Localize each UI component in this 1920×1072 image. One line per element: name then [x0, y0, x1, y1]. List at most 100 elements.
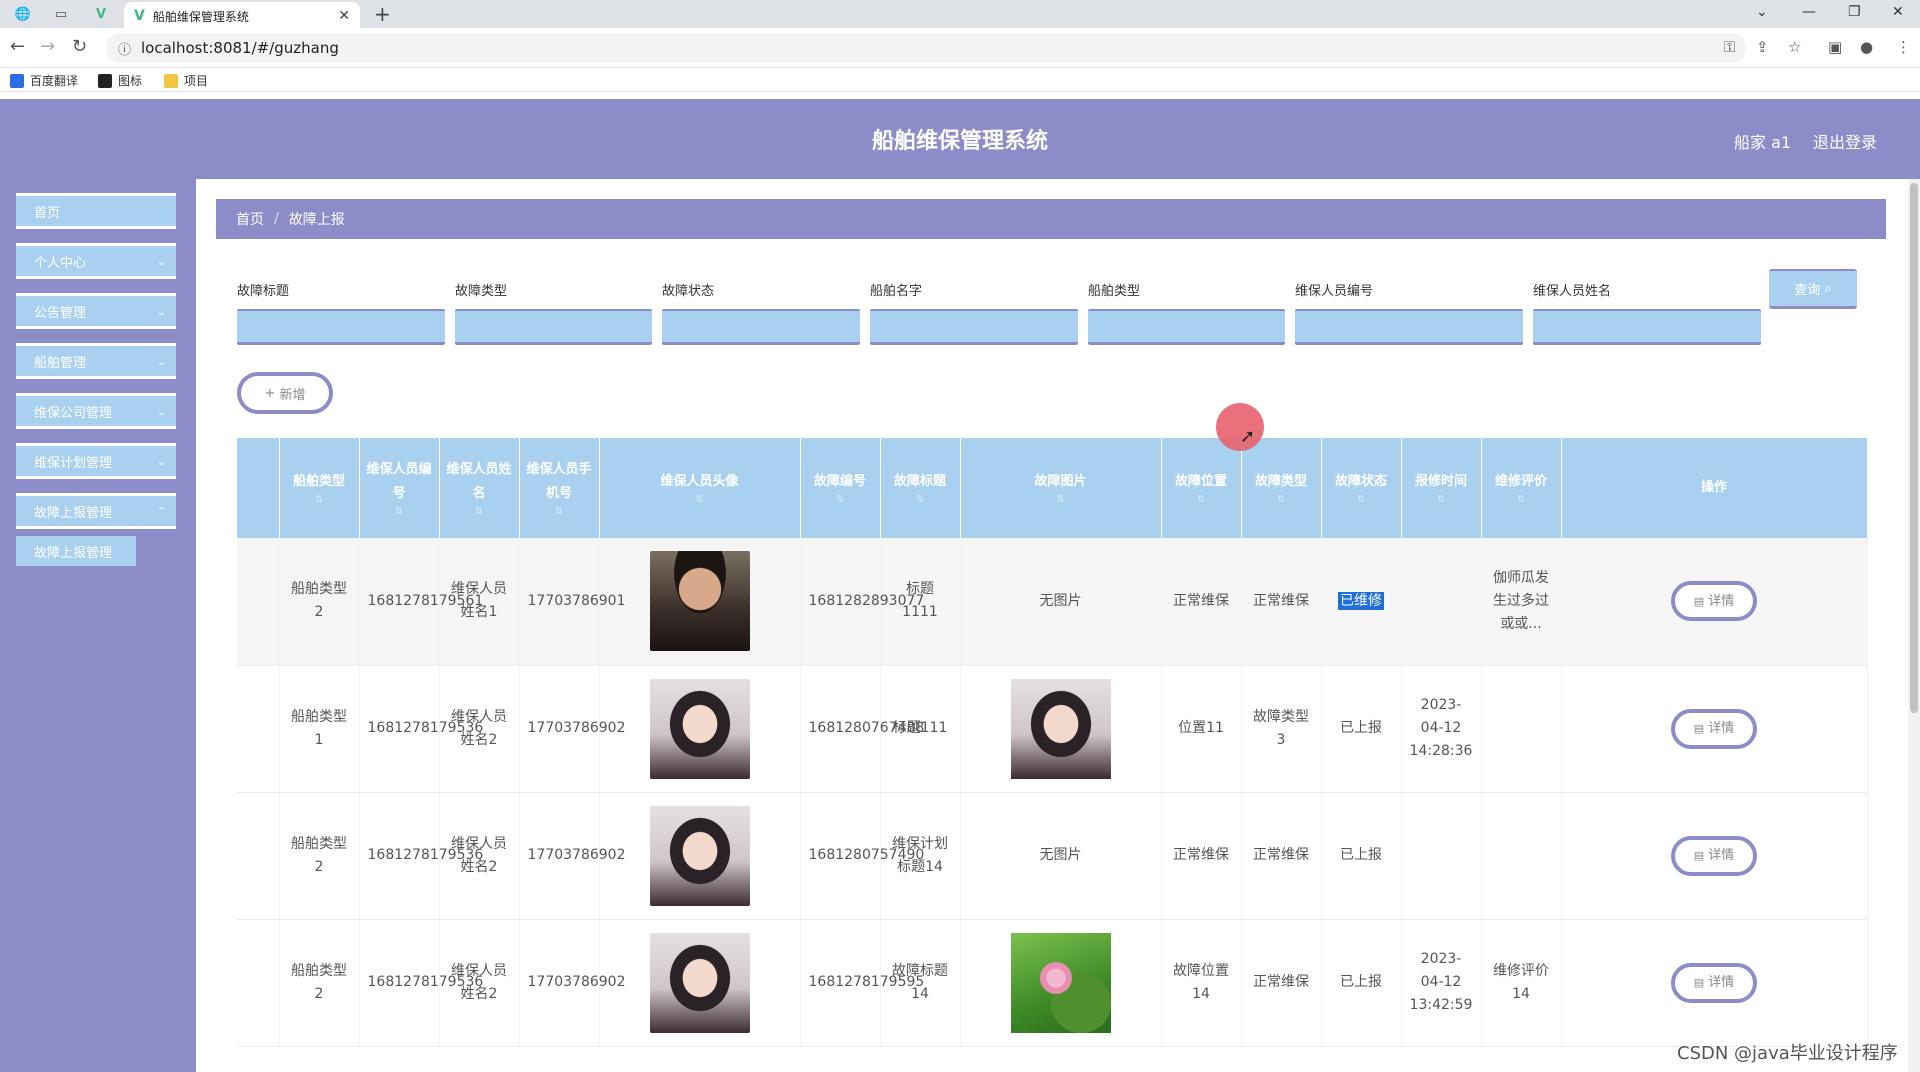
sort-icon[interactable]: ⇅ [1328, 494, 1395, 506]
sort-icon[interactable]: ⇅ [887, 494, 954, 506]
column-header[interactable]: 故障编号 ⇅ [800, 438, 881, 538]
minimize-button[interactable]: — [1802, 4, 1816, 20]
cell-actions: ▤ 详情 [1561, 919, 1868, 1047]
sidebar-item-plans[interactable]: 维保计划管理 ⌄ [16, 443, 176, 479]
sort-icon[interactable]: ⇅ [606, 494, 794, 506]
tab-search-icon[interactable]: ⌄ [1756, 4, 1768, 20]
sort-icon[interactable]: ⇅ [446, 506, 513, 518]
sort-icon[interactable]: ⇅ [1248, 494, 1315, 506]
column-header[interactable]: 船舶类型 ⇅ [279, 438, 360, 538]
bookmark-item[interactable]: 百度翻译 [10, 72, 78, 89]
bookmark-item[interactable]: 项目 [164, 72, 208, 89]
breadcrumb-separator: / [274, 211, 279, 227]
current-user: 船家 a1 [1734, 133, 1792, 152]
staff-name-input[interactable] [1533, 309, 1761, 345]
sort-icon[interactable]: ⇅ [1488, 494, 1555, 506]
sidebar-item-profile[interactable]: 个人中心 ⌄ [16, 243, 176, 279]
sort-icon[interactable]: ⇅ [807, 494, 874, 506]
active-tab[interactable]: V 船舶维保管理系统 ✕ [124, 2, 360, 30]
column-header[interactable]: 故障位置 ⇅ [1161, 438, 1242, 538]
sidebar-item-ships[interactable]: 船舶管理 ⌄ [16, 343, 176, 379]
side-panel-icon[interactable]: ▣ [1828, 38, 1842, 56]
close-tab-icon[interactable]: ✕ [338, 8, 350, 24]
profile-icon[interactable]: ● [1860, 38, 1873, 56]
column-header[interactable]: 维修评价 ⇅ [1481, 438, 1562, 538]
vue-tab-icon[interactable]: V [88, 4, 114, 24]
row-select-cell[interactable] [237, 919, 280, 1047]
logout-link[interactable]: 退出登录 [1813, 129, 1877, 153]
cell-fault-type: 正常维保 [1241, 919, 1322, 1047]
reload-icon[interactable]: ↻ [72, 36, 87, 57]
cell-status: 已维修 [1321, 538, 1402, 666]
sidebar-item-companies[interactable]: 维保公司管理 ⌄ [16, 393, 176, 429]
url-text: localhost:8081/#/guzhang [141, 39, 339, 57]
submenu-item-fault-report-management[interactable]: 故障上报管理 [16, 536, 136, 566]
search-button[interactable]: 查询 ⌕ [1769, 269, 1857, 309]
back-icon[interactable]: ← [10, 36, 25, 57]
sidebar-item-notices[interactable]: 公告管理 ⌄ [16, 293, 176, 329]
detail-button[interactable]: ▤ 详情 [1671, 962, 1757, 1003]
fault-type-select[interactable] [455, 309, 652, 345]
table-row[interactable]: 船舶类型2 1681278179561 维保人员姓名1 17703786901 … [237, 538, 1868, 666]
row-select-cell[interactable] [237, 792, 280, 920]
sort-icon[interactable]: ⇅ [1408, 494, 1475, 506]
sort-icon[interactable]: ⇅ [967, 494, 1155, 506]
staff-no-input[interactable] [1295, 309, 1523, 345]
detail-button[interactable]: ▤ 详情 [1671, 581, 1757, 622]
cell-fault-no: 1681278179595 [800, 919, 924, 1047]
column-header[interactable]: 故障类型 ⇅ [1241, 438, 1322, 538]
bookmark-item[interactable]: 图标 [98, 72, 142, 89]
cell-actions: ▤ 详情 [1561, 538, 1868, 666]
column-header[interactable]: 维保人员头像 ⇅ [599, 438, 801, 538]
cell-location: 位置11 [1161, 665, 1242, 793]
sort-icon[interactable]: ⇅ [1168, 494, 1235, 506]
fault-title-input[interactable] [237, 309, 445, 345]
column-header[interactable]: 故障图片 ⇅ [960, 438, 1162, 538]
forward-icon[interactable]: → [40, 36, 55, 57]
column-header[interactable]: 维保人员手机号 ⇅ [519, 438, 600, 538]
menu-icon[interactable]: ⋮ [1896, 38, 1911, 56]
column-header[interactable]: 故障标题 ⇅ [880, 438, 961, 538]
detail-button[interactable]: ▤ 详情 [1671, 835, 1757, 876]
sidebar-item-fault-reports[interactable]: 故障上报管理 ⌃ [16, 493, 176, 529]
sort-icon[interactable]: ⇅ [286, 494, 353, 506]
sort-icon[interactable]: ⇅ [526, 506, 593, 518]
address-bar[interactable]: ⓘ localhost:8081/#/guzhang [106, 33, 1746, 63]
restore-button[interactable]: ❐ [1848, 4, 1861, 20]
column-header[interactable]: 维保人员姓名 ⇅ [439, 438, 520, 538]
cell-fault-image: 无图片 [960, 792, 1162, 920]
table-row[interactable]: 船舶类型2 1681278179536 维保人员姓名2 17703786902 … [237, 919, 1868, 1047]
column-header[interactable]: 维保人员编号 ⇅ [359, 438, 440, 538]
detail-button[interactable]: ▤ 详情 [1671, 708, 1757, 749]
row-select-cell[interactable] [237, 538, 280, 666]
table-row[interactable]: 船舶类型1 1681278179536 维保人员姓名2 17703786902 … [237, 665, 1868, 793]
cell-report-time: 2023-04-12 14:28:36 [1401, 665, 1482, 793]
ship-type-select[interactable] [1088, 309, 1285, 345]
ship-name-input[interactable] [870, 309, 1078, 345]
column-header[interactable]: 故障状态 ⇅ [1321, 438, 1402, 538]
select-column-header[interactable] [237, 438, 280, 538]
avatar [649, 678, 750, 779]
vue-logo-icon: V [134, 8, 145, 24]
key-icon[interactable]: ⚿ [1724, 38, 1735, 56]
close-window-button[interactable]: ✕ [1892, 4, 1904, 20]
cursor-icon: ➚ [1240, 426, 1256, 447]
breadcrumb-home[interactable]: 首页 [236, 209, 264, 229]
info-icon[interactable]: ⓘ [118, 39, 131, 58]
add-button[interactable]: + 新增 [237, 372, 333, 414]
column-header[interactable]: 报修时间 ⇅ [1401, 438, 1482, 538]
fault-status-select[interactable] [662, 309, 860, 345]
cell-actions: ▤ 详情 [1561, 665, 1868, 793]
new-tab-button[interactable]: + [374, 2, 391, 26]
blank-tab-icon[interactable]: ▭ [48, 4, 74, 24]
sidebar-item-home[interactable]: 首页 [16, 193, 176, 229]
sort-icon[interactable]: ⇅ [366, 506, 433, 518]
cell-avatar [599, 665, 801, 793]
cell-evaluation: 伽师瓜发生过多过或或... [1481, 538, 1562, 666]
bookmark-star-icon[interactable]: ☆ [1788, 38, 1801, 56]
share-icon[interactable]: ⇪ [1756, 38, 1769, 56]
table-row[interactable]: 船舶类型2 1681278179536 维保人员姓名2 17703786902 … [237, 792, 1868, 920]
row-select-cell[interactable] [237, 665, 280, 793]
globe-icon[interactable]: 🌐 [10, 4, 36, 24]
scrollbar-thumb[interactable] [1910, 183, 1918, 713]
